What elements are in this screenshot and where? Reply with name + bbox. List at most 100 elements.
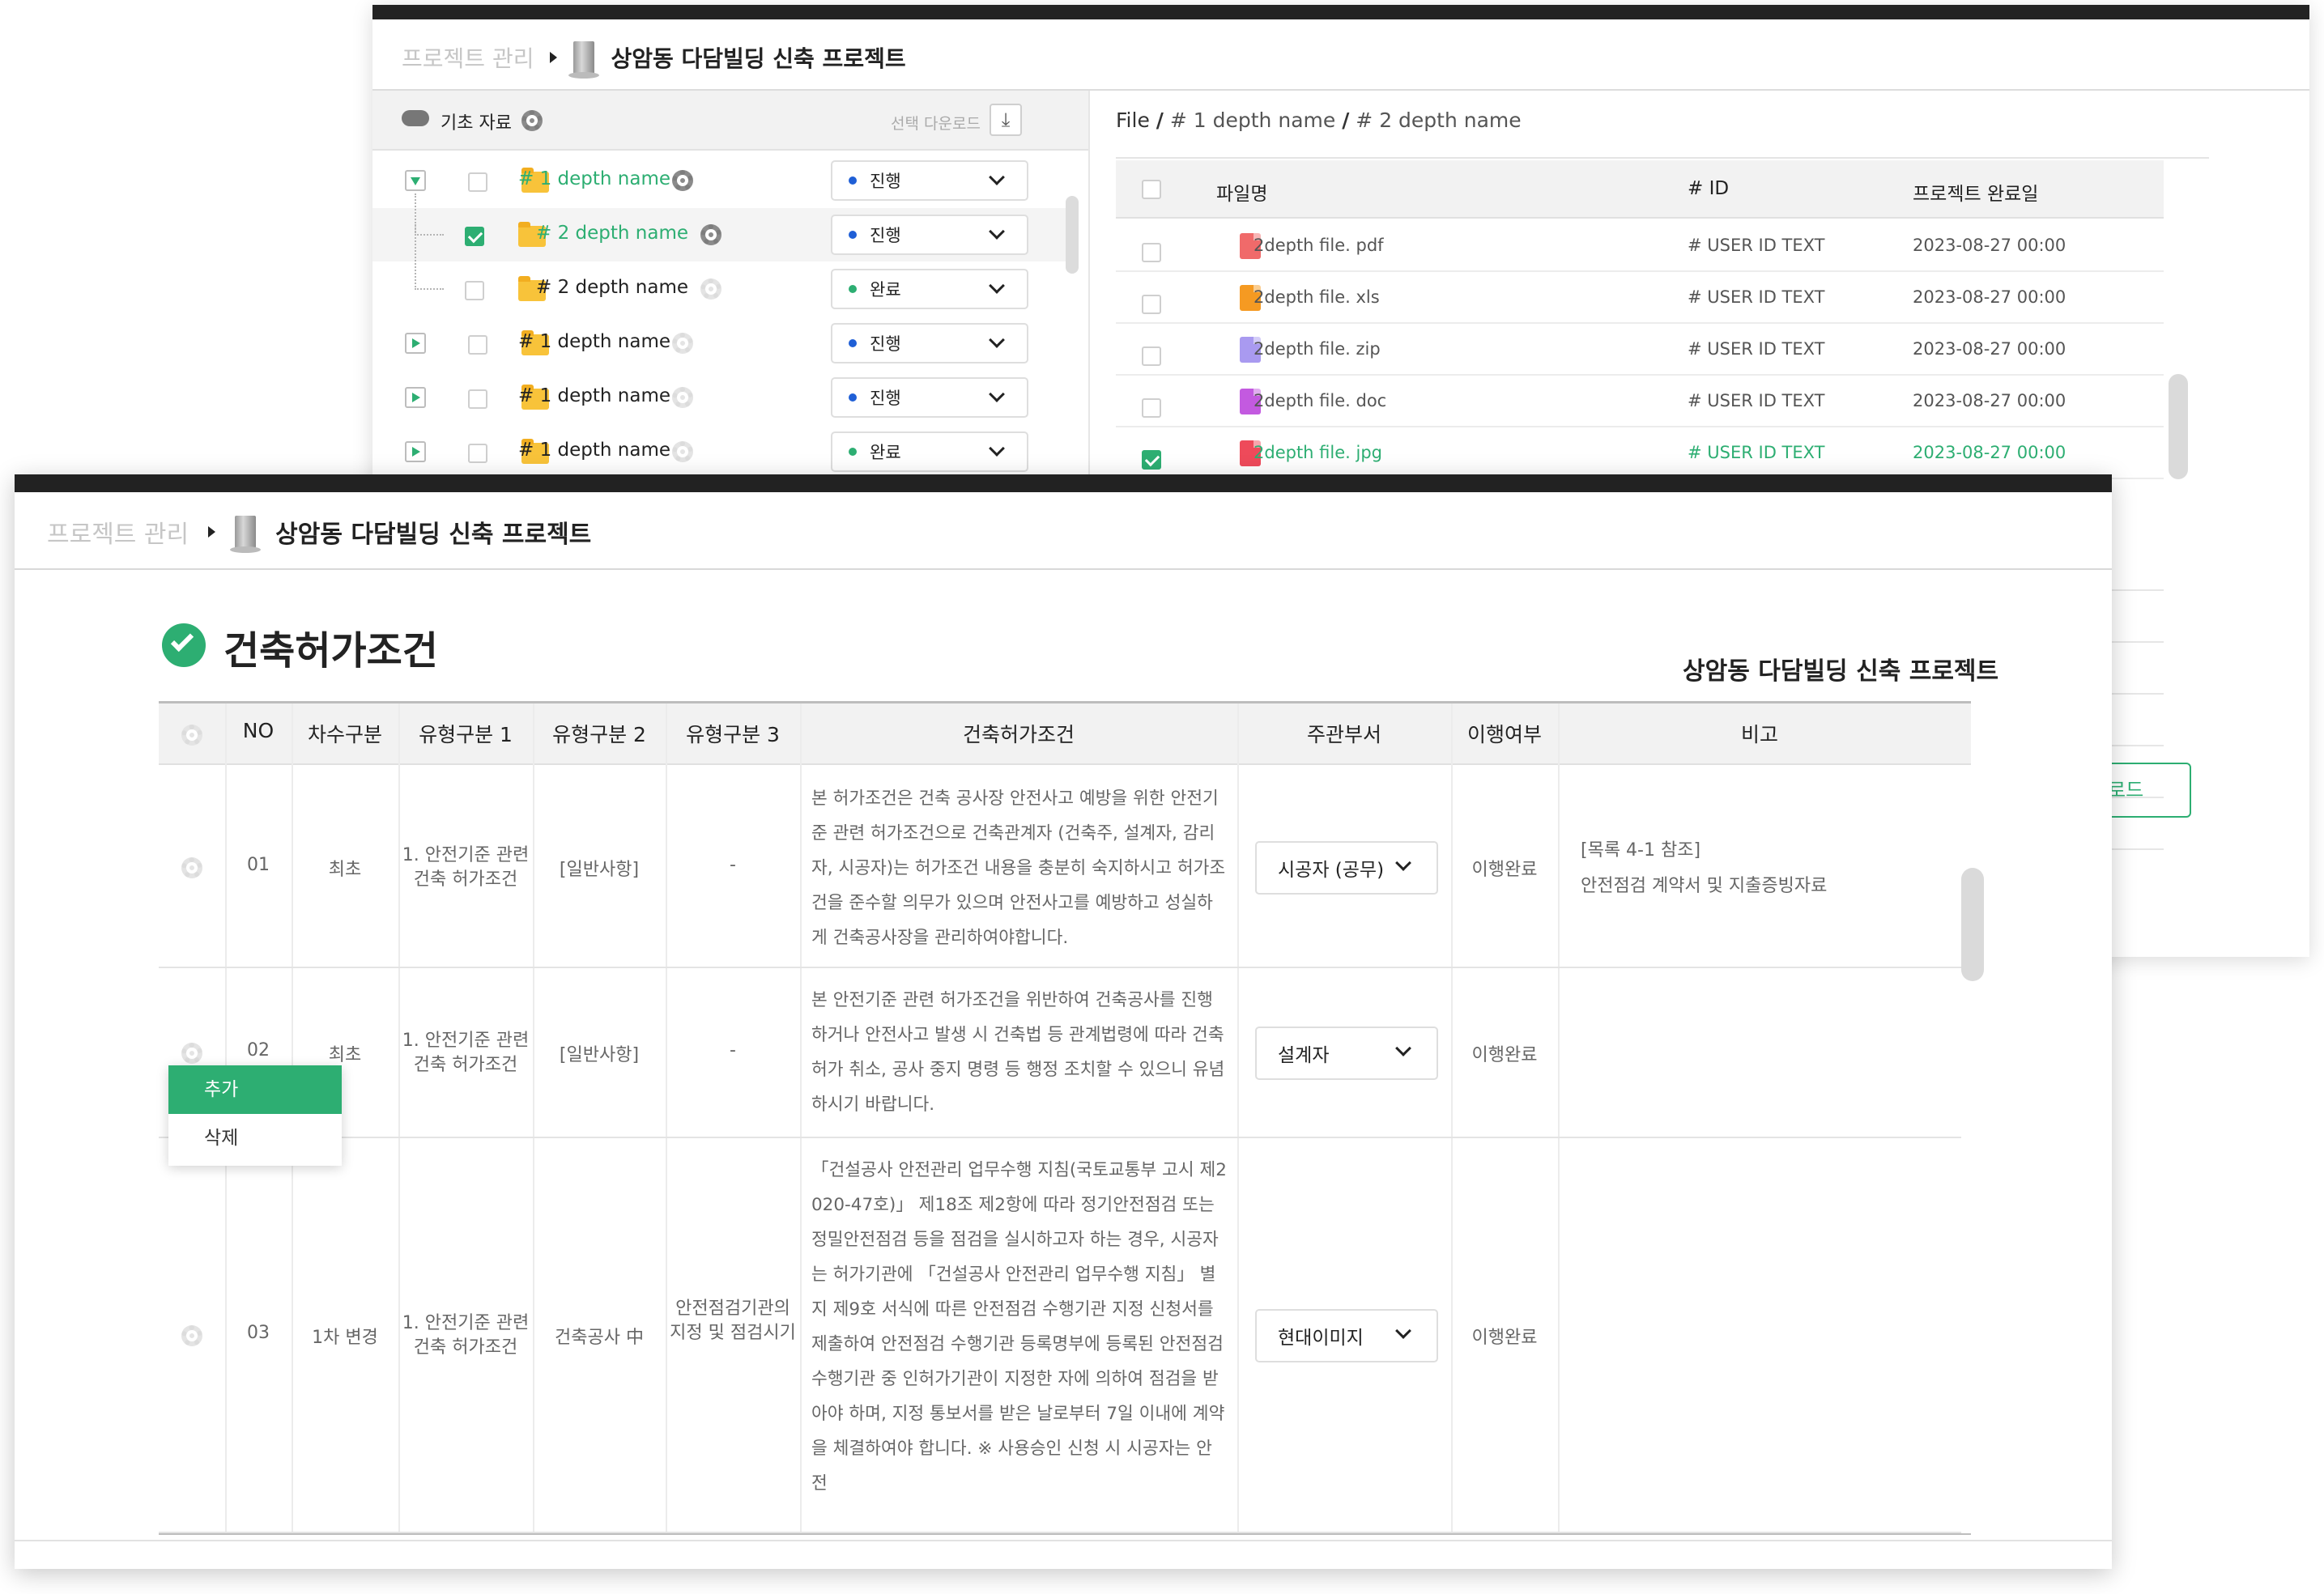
file-row-checkbox[interactable] [1142, 346, 1161, 366]
status-select[interactable]: 진행 [831, 215, 1028, 255]
file-date: 2023-08-27 00:00 [1913, 287, 2066, 307]
status-select[interactable]: 완료 [831, 269, 1028, 309]
tree-item-checkbox[interactable] [468, 444, 487, 463]
breadcrumb-root[interactable]: 프로젝트 관리 [47, 514, 189, 550]
file-scrollbar[interactable] [2169, 374, 2188, 479]
status-select[interactable]: 진행 [831, 160, 1028, 201]
cell-type3: - [730, 854, 736, 875]
file-path-depth2[interactable]: # 2 depth name [1356, 108, 1521, 132]
file-row-checkbox[interactable] [1142, 295, 1161, 314]
file-row-checkbox[interactable] [1142, 450, 1161, 470]
tree-item-settings-icon[interactable] [700, 278, 722, 300]
project-title: 상암동 다담빌딩 신축 프로젝트 [611, 45, 906, 72]
tree-item[interactable]: # 1 depth name 진행 [372, 154, 1066, 207]
status-dot-icon [849, 285, 857, 293]
col-filename[interactable]: 파일명 [1216, 178, 1267, 206]
row-settings-icon[interactable] [181, 1043, 202, 1064]
status-select[interactable]: 진행 [831, 377, 1028, 418]
row-settings-icon[interactable] [181, 857, 202, 878]
expand-toggle-icon[interactable] [405, 441, 426, 462]
expand-toggle-icon[interactable] [405, 387, 426, 408]
tree-item[interactable]: # 1 depth name 진행 [372, 317, 1066, 370]
tree-item[interactable]: # 1 depth name 완료 [372, 425, 1066, 478]
file-id: # USER ID TEXT [1688, 236, 1825, 255]
table-bottom-border [159, 1533, 1971, 1535]
context-menu-delete[interactable]: 삭제 [168, 1114, 342, 1163]
cell-type3: 안전점검기관의 지정 및 점검시기 [670, 1299, 796, 1343]
file-name[interactable]: 2depth file. xls [1254, 287, 1380, 307]
tree-item[interactable]: # 1 depth name 진행 [372, 371, 1066, 424]
download-icon[interactable]: ⤓ [990, 104, 1022, 136]
tree-item-checkbox[interactable] [465, 281, 484, 300]
file-path-root[interactable]: File [1116, 108, 1150, 132]
col-degree[interactable]: 차수구분 [292, 719, 398, 748]
col-type3[interactable]: 유형구분 3 [666, 719, 800, 748]
status-dot-icon [849, 339, 857, 347]
cell-type3: - [730, 1040, 736, 1061]
col-id[interactable]: # ID [1688, 178, 1729, 199]
file-date: 2023-08-27 00:00 [1913, 443, 2066, 462]
file-row[interactable]: 2depth file. doc # USER ID TEXT 2023-08-… [1116, 376, 2164, 427]
tree-item-checkbox[interactable] [465, 227, 484, 246]
cell-done: 이행완료 [1471, 1045, 1538, 1065]
dept-select[interactable]: 설계자 [1255, 1027, 1438, 1080]
file-path-depth1[interactable]: # 1 depth name [1170, 108, 1335, 132]
status-value: 완료 [870, 280, 901, 300]
col-type2[interactable]: 유형구분 2 [533, 719, 666, 748]
file-name[interactable]: 2depth file. jpg [1254, 443, 1382, 462]
file-name[interactable]: 2depth file. pdf [1254, 236, 1384, 255]
select-all-checkbox[interactable] [1142, 180, 1161, 199]
file-table-header: 파일명 # ID 프로젝트 완료일 [1116, 160, 2164, 219]
context-menu-add[interactable]: 추가 [168, 1065, 342, 1114]
status-dot-icon [849, 176, 857, 185]
front-window: 프로젝트 관리 상암동 다담빌딩 신축 프로젝트 건축허가조건 상암동 다담빌딩… [15, 474, 2112, 1569]
tree-item-settings-icon[interactable] [672, 441, 693, 462]
tree-item[interactable]: # 2 depth name 완료 [372, 222, 1066, 316]
tree-item-settings-icon[interactable] [672, 387, 693, 408]
dept-select[interactable]: 현대이미지 [1255, 1309, 1438, 1362]
col-note[interactable]: 비고 [1558, 719, 1961, 748]
col-date[interactable]: 프로젝트 완료일 [1913, 178, 2038, 206]
file-row[interactable]: 2depth file. xls # USER ID TEXT 2023-08-… [1116, 272, 2164, 324]
col-type1[interactable]: 유형구분 1 [398, 719, 533, 748]
status-dot-icon [849, 393, 857, 402]
cell-condition: 「건설공사 안전관리 업무수행 지침(국토교통부 고시 제2020-47호)」 … [811, 1160, 1227, 1494]
collapse-toggle-icon[interactable] [405, 170, 426, 191]
dept-select[interactable]: 시공자 (공무) [1255, 840, 1438, 895]
cell-no: 01 [247, 854, 270, 875]
settings-gear-icon[interactable] [521, 110, 543, 131]
file-name[interactable]: 2depth file. doc [1254, 391, 1386, 410]
tree-item-settings-icon[interactable] [672, 170, 693, 191]
col-condition[interactable]: 건축허가조건 [800, 719, 1237, 748]
col-dept[interactable]: 주관부서 [1237, 719, 1451, 748]
tree-item[interactable]: # 2 depth name 진행 [372, 193, 1066, 261]
file-row[interactable]: 2depth file. zip # USER ID TEXT 2023-08-… [1116, 324, 2164, 376]
cell-done: 이행완료 [1471, 859, 1538, 880]
tree-item-settings-icon[interactable] [700, 224, 722, 245]
cell-type1: 1. 안전기준 관련 건축 허가조건 [402, 1031, 530, 1075]
file-row-checkbox[interactable] [1142, 398, 1161, 418]
tree-item-checkbox[interactable] [468, 389, 487, 409]
row-settings-icon[interactable] [181, 1325, 202, 1346]
file-row[interactable]: 2depth file. jpg # USER ID TEXT 2023-08-… [1116, 427, 2164, 479]
file-name[interactable]: 2depth file. zip [1254, 339, 1381, 359]
header-settings-icon[interactable] [181, 725, 202, 746]
tree-item-checkbox[interactable] [468, 172, 487, 192]
expand-toggle-icon[interactable] [405, 333, 426, 354]
breadcrumb-root[interactable]: 프로젝트 관리 [402, 41, 534, 74]
cell-condition: 본 허가조건은 건축 공사장 안전사고 예방을 위한 안전기준 관련 허가조건으… [811, 788, 1226, 948]
cell-degree: 최초 [328, 859, 362, 880]
table-scrollbar[interactable] [1961, 868, 1984, 981]
tree-item-checkbox[interactable] [468, 335, 487, 355]
file-row[interactable]: 2depth file. pdf # USER ID TEXT 2023-08-… [1116, 220, 2164, 272]
selected-download-link[interactable]: 선택 다운로드 [891, 112, 981, 134]
col-no[interactable]: NO [225, 719, 292, 742]
cloud-icon [402, 110, 429, 126]
tree-item-settings-icon[interactable] [672, 333, 693, 354]
status-select[interactable]: 완료 [831, 431, 1028, 472]
col-done[interactable]: 이행여부 [1451, 719, 1558, 748]
file-row-checkbox[interactable] [1142, 243, 1161, 262]
status-select[interactable]: 진행 [831, 323, 1028, 363]
tree-scrollbar[interactable] [1066, 196, 1079, 274]
chevron-down-icon [989, 223, 1005, 240]
